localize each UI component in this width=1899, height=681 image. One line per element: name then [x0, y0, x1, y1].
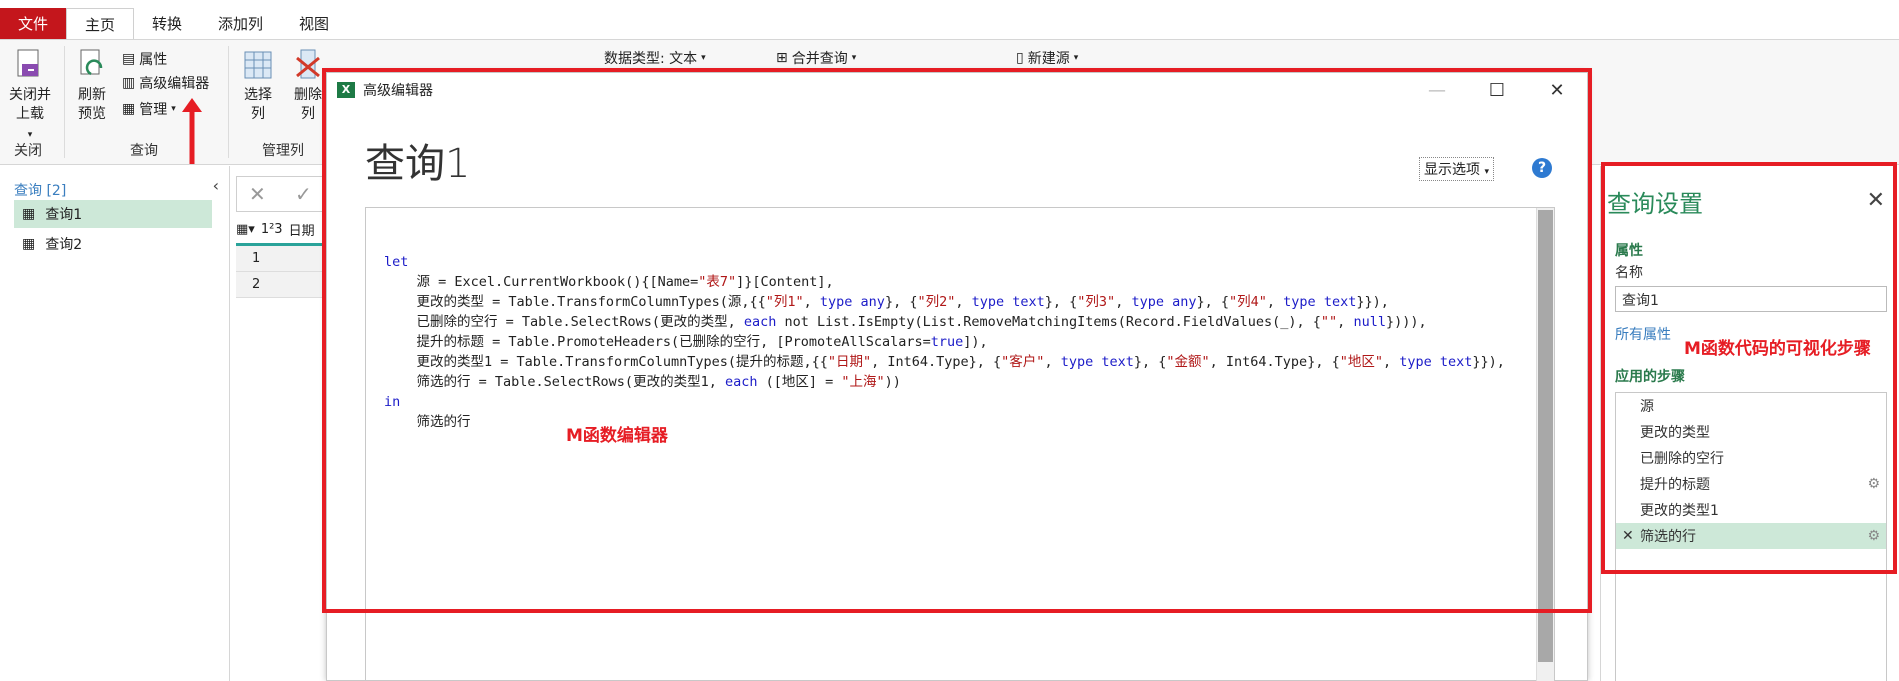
tab-add-column[interactable]: 添加列: [200, 8, 281, 40]
collapse-chevron-icon[interactable]: ‹: [213, 176, 219, 195]
refresh-icon: [80, 49, 103, 76]
tab-transform[interactable]: 转换: [134, 8, 200, 40]
tab-view[interactable]: 视图: [281, 8, 347, 40]
manage-columns-group-label: 管理列: [262, 143, 304, 159]
close-group-label: 关闭: [14, 143, 42, 159]
confirm-icon[interactable]: ✓: [295, 182, 312, 206]
choose-columns-label: 选择列: [244, 87, 272, 122]
remove-columns-icon: [296, 49, 320, 79]
close-load-icon: [17, 49, 39, 77]
new-source-button[interactable]: ▯ 新建源 ▾: [1016, 47, 1078, 69]
choose-columns-icon: [244, 51, 272, 79]
steps-annotation: M函数代码的可视化步骤: [1684, 339, 1871, 359]
properties-label: 属性: [139, 52, 168, 68]
manage-label: 管理: [139, 102, 168, 118]
advanced-editor-button[interactable]: ▥ 高级编辑器: [122, 72, 209, 94]
advanced-editor-label: 高级编辑器: [139, 76, 210, 92]
steps-highlight-box: [1601, 162, 1897, 574]
close-load-label: 关闭并上载: [9, 87, 51, 122]
query-item[interactable]: ▦ 查询1: [14, 200, 212, 228]
query-item[interactable]: ▦ 查询2: [14, 230, 212, 258]
grid-header[interactable]: ▦▾ 1²3 日期: [236, 216, 330, 246]
row-number: 2: [236, 272, 330, 298]
column-header: 日期: [288, 224, 315, 239]
type-icon: 1²3: [260, 222, 283, 237]
data-grid: ▦▾ 1²3 日期 1 2: [236, 216, 330, 306]
ribbon-separator: [64, 46, 65, 158]
tab-home[interactable]: 主页: [66, 8, 135, 40]
manage-icon: ▦: [122, 101, 136, 117]
query-item-label: 查询2: [45, 237, 83, 253]
table-icon: ▦: [22, 236, 36, 252]
table-icon: ▦: [22, 206, 36, 222]
ribbon-separator: [228, 46, 229, 158]
advanced-editor-icon: ▥: [122, 75, 136, 91]
close-load-button[interactable]: 关闭并上载 ▾: [6, 48, 54, 145]
new-source-icon: ▯: [1016, 50, 1024, 66]
data-type-dropdown[interactable]: 数据类型: 文本 ▾: [604, 47, 706, 69]
query-group-label: 查询: [130, 143, 158, 159]
cancel-icon[interactable]: ✕: [249, 182, 266, 206]
query-item-label: 查询1: [45, 207, 83, 223]
queries-header: 查询 [2]: [14, 183, 67, 199]
queries-pane: 查询 [2] ‹ ▦ 查询1 ▦ 查询2: [0, 166, 230, 681]
formula-bar[interactable]: ✕ ✓: [236, 176, 326, 212]
arrow-up-icon: [182, 98, 202, 164]
editor-annotation: M函数编辑器: [566, 426, 668, 446]
table-menu-icon[interactable]: ▦▾: [236, 222, 255, 237]
row-number: 1: [236, 246, 330, 272]
data-type-label: 数据类型: 文本: [604, 51, 698, 67]
properties-icon: ▤: [122, 51, 136, 67]
new-source-label: 新建源: [1027, 51, 1070, 67]
merge-query-icon: ⊞: [776, 50, 788, 66]
refresh-label: 刷新预览: [78, 87, 106, 122]
refresh-preview-button[interactable]: 刷新预览: [72, 48, 112, 124]
merge-query-button[interactable]: ⊞ 合并查询 ▾: [776, 47, 856, 69]
choose-columns-button[interactable]: 选择列: [238, 48, 278, 124]
ribbon-tabs: 文件 主页 转换 添加列 视图: [0, 8, 1899, 40]
manage-button[interactable]: ▦ 管理 ▾: [122, 98, 176, 120]
editor-highlight-box: [322, 68, 1592, 613]
merge-query-label: 合并查询: [791, 51, 848, 67]
tab-file[interactable]: 文件: [0, 8, 66, 40]
properties-button[interactable]: ▤ 属性: [122, 48, 167, 70]
